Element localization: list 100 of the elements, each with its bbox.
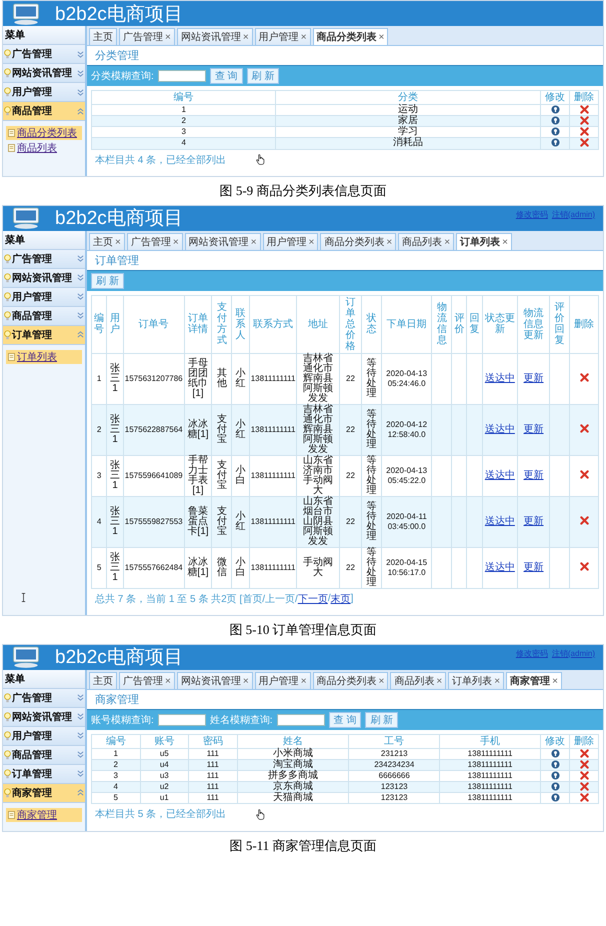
search-field[interactable] [158, 714, 206, 726]
column-header: 下单日期 [381, 295, 432, 354]
menu-item[interactable]: 商品管理 [3, 746, 85, 765]
table-cell: 小米商城 [237, 748, 349, 760]
tab[interactable]: 商品列表 × [390, 672, 446, 689]
menu-item[interactable]: 订单管理 [3, 764, 85, 784]
delete-icon[interactable] [580, 127, 588, 136]
search-field[interactable] [158, 70, 206, 82]
tab[interactable]: 主页 [89, 28, 117, 45]
table-cell: 2020-04-13 05:45:22.0 [381, 455, 432, 496]
menu-item[interactable]: 网站资讯管理 [3, 708, 85, 727]
column-header: 订单详情 [184, 295, 212, 354]
delete-icon[interactable] [580, 562, 588, 572]
table-link[interactable]: 送达中 [484, 424, 515, 435]
edit-icon[interactable] [550, 105, 560, 114]
table-cell: 123123 [348, 792, 440, 804]
column-header: 评价回复 [550, 295, 570, 354]
menu-item[interactable]: 广告管理 [3, 688, 85, 708]
table-cell: 等待处理 [362, 404, 382, 456]
delete-icon[interactable] [580, 116, 588, 126]
table-cell: 234234234 [348, 759, 440, 770]
column-header: 编号 [92, 295, 107, 354]
table-link[interactable]: 更新 [524, 470, 544, 481]
table-cell: 13811111111 [249, 496, 297, 548]
edit-icon[interactable] [550, 138, 560, 148]
table-link[interactable]: 更新 [524, 424, 544, 435]
submenu-item[interactable]: 商品列表 [6, 141, 82, 155]
table-cell: 22 [339, 547, 362, 588]
delete-icon[interactable] [580, 138, 588, 148]
edit-icon[interactable] [550, 782, 560, 791]
table-cell: 吉林省通化市辉南县阿斯顿发发 [296, 404, 340, 456]
table-cell: 冰冰糖[1] [184, 547, 212, 588]
tab[interactable]: 主页 × [89, 232, 125, 250]
delete-icon[interactable] [580, 516, 588, 526]
tab[interactable]: 商家管理 × [506, 672, 562, 689]
lightbulb-icon [4, 68, 11, 78]
tab[interactable]: 商品列表 × [398, 232, 454, 250]
table-link[interactable]: 更新 [524, 562, 544, 573]
table-cell: 小红 [232, 353, 250, 404]
tab[interactable]: 用户管理 × [254, 672, 311, 689]
table-link[interactable]: 更新 [524, 516, 544, 527]
tab[interactable]: 用户管理 × [254, 28, 311, 45]
edit-icon[interactable] [550, 116, 560, 126]
tab[interactable]: 网站资讯管理 × [176, 28, 253, 45]
delete-icon[interactable] [580, 782, 588, 791]
edit-icon[interactable] [550, 760, 560, 769]
delete-icon[interactable] [580, 770, 588, 780]
tab[interactable]: 订单列表 × [448, 672, 504, 689]
column-header: 联系人 [232, 295, 250, 354]
delete-icon[interactable] [580, 105, 588, 114]
tab[interactable]: 订单列表 × [456, 232, 512, 250]
table-cell: 小红 [232, 496, 250, 548]
edit-icon[interactable] [550, 770, 560, 780]
tab[interactable]: 网站资讯管理 × [176, 672, 253, 689]
table-cell: u1 [140, 792, 189, 804]
menu-item[interactable]: 订单管理 [3, 326, 85, 345]
menu-item[interactable]: 用户管理 [3, 83, 85, 102]
tab[interactable]: 用户管理 × [262, 232, 318, 250]
tab[interactable]: 商品分类列表 × [312, 28, 388, 45]
delete-icon[interactable] [580, 424, 588, 434]
tab[interactable]: 广告管理 × [119, 28, 175, 45]
delete-icon[interactable] [580, 748, 588, 758]
tab[interactable]: 主页 [89, 672, 117, 689]
menu-item[interactable]: 用户管理 [3, 288, 85, 307]
submenu-item[interactable]: 订单列表 [6, 350, 82, 364]
table-link[interactable]: 送达中 [484, 372, 515, 384]
lightbulb-icon [4, 106, 11, 116]
menu-item[interactable]: 网站资讯管理 [3, 64, 85, 83]
edit-icon[interactable] [550, 793, 560, 802]
pager-link[interactable]: 末页 [330, 592, 351, 606]
menu-item[interactable]: 网站资讯管理 [3, 268, 85, 288]
tab[interactable]: 商品分类列表 × [312, 672, 388, 689]
menu-item[interactable]: 商家管理 [3, 784, 85, 803]
edit-icon[interactable] [550, 127, 560, 136]
delete-icon[interactable] [580, 760, 588, 769]
table-link[interactable]: 更新 [524, 372, 544, 384]
pager-link[interactable]: 下一页 [298, 592, 328, 606]
tab[interactable]: 网站资讯管理 × [184, 232, 261, 250]
tab[interactable]: 商品分类列表 × [320, 232, 396, 250]
tab[interactable]: 广告管理 × [119, 672, 175, 689]
submenu-item[interactable]: 商家管理 [6, 808, 82, 822]
table-cell: 等待处理 [362, 353, 382, 404]
edit-icon[interactable] [550, 748, 560, 758]
menu-item[interactable]: 商品管理 [3, 306, 85, 326]
delete-icon[interactable] [580, 793, 588, 802]
tab[interactable]: 广告管理 × [126, 232, 183, 250]
search-field[interactable] [276, 714, 325, 726]
menu-item[interactable]: 商品管理 [3, 102, 85, 121]
table-link[interactable]: 送达中 [484, 516, 515, 527]
menu-item[interactable]: 用户管理 [3, 726, 85, 746]
delete-icon[interactable] [580, 470, 588, 480]
menu-item[interactable]: 广告管理 [3, 250, 85, 269]
menu-item[interactable]: 广告管理 [3, 45, 85, 64]
chevron-icon [77, 694, 84, 702]
footer-text: ] [350, 593, 354, 604]
delete-icon[interactable] [580, 373, 588, 382]
submenu-item[interactable]: 商品分类列表 [6, 126, 82, 140]
table-cell: 张三1 [106, 404, 124, 456]
column-header: 编号 [92, 734, 140, 748]
footer-text: 本栏目共 5 条，已经全部列出 [95, 808, 226, 822]
